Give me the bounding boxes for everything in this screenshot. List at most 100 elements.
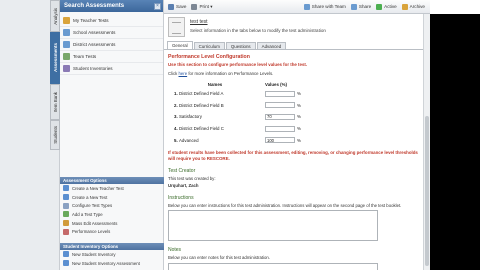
- level-row: 3. Satisfactory 70 %: [174, 111, 304, 123]
- inventory-options-list: New Student Inventory New Student Invent…: [60, 250, 164, 267]
- vtab-item-bank-label: Item Bank: [52, 91, 58, 113]
- active-button[interactable]: Active: [376, 3, 397, 10]
- archive-icon: [401, 3, 408, 10]
- nav-item-district-assessments[interactable]: District Assessments: [60, 39, 163, 51]
- nav-item-my-teacher-tests[interactable]: My Teacher Tests: [60, 15, 163, 27]
- share-team-label: Share with Team: [311, 4, 346, 9]
- new-inventory-icon: [63, 251, 69, 258]
- nav-item-school-assessments[interactable]: School Assessments: [60, 27, 163, 39]
- left-panel-title: Search Assessments: [64, 3, 125, 9]
- assessment-nav-list: My Teacher Tests School Assessments Dist…: [60, 12, 163, 75]
- left-navigation-panel: Search Assessments × My Teacher Tests Sc…: [60, 0, 164, 270]
- level-value-input[interactable]: [265, 90, 295, 97]
- nav-item-label: Student Inventories: [73, 66, 113, 71]
- share-button[interactable]: Share: [350, 3, 372, 10]
- district-icon: [63, 41, 70, 48]
- option-add-test-type[interactable]: Add a Test Type: [60, 210, 164, 219]
- test-title[interactable]: test test: [190, 19, 326, 25]
- percent-symbol: %: [297, 126, 301, 132]
- option-new-student-inventory[interactable]: New Student Inventory: [60, 250, 164, 259]
- percent-symbol: %: [297, 114, 301, 120]
- school-icon: [63, 29, 70, 36]
- vtab-students[interactable]: Students: [50, 120, 60, 150]
- tab-curriculum[interactable]: Curriculum: [193, 42, 225, 49]
- level-name: District Defined Field C: [179, 126, 224, 132]
- folder-icon: [63, 17, 70, 24]
- rescore-warning: If student results have been collected f…: [168, 149, 418, 161]
- empty-black-area: [430, 14, 480, 270]
- nav-item-team-tests[interactable]: Team Tests: [60, 51, 163, 63]
- instructions-help: Below you can enter instructions for thi…: [168, 202, 402, 208]
- test-tabs: General Curriculum Questions Advanced: [164, 41, 423, 50]
- level-name: District Defined Field B: [179, 102, 224, 108]
- option-label: New Student Inventory: [72, 251, 116, 257]
- vtab-assessments[interactable]: Assessments: [50, 32, 60, 84]
- performance-table-header: Names Values (%): [174, 81, 304, 88]
- level-value-input[interactable]: [265, 125, 295, 132]
- option-create-test[interactable]: Create a New Test: [60, 193, 164, 202]
- option-label: Create a New Test: [72, 194, 108, 200]
- main-scrollbar[interactable]: [423, 14, 430, 270]
- option-create-teacher-test[interactable]: Create a New Teacher Test: [60, 184, 164, 193]
- vtab-students-label: Students: [52, 126, 58, 144]
- option-label: Performance Levels: [72, 229, 111, 235]
- team-icon: [63, 53, 70, 60]
- level-row: 1. District Defined Field A %: [174, 88, 304, 100]
- vtab-item-bank[interactable]: Item Bank: [50, 84, 60, 120]
- tab-questions[interactable]: Questions: [225, 42, 256, 49]
- general-tab-content: Performance Level Configuration Use this…: [164, 50, 423, 270]
- help-suffix: for more information on Performance Leve…: [187, 71, 274, 76]
- share-with-team-button[interactable]: Share with Team: [303, 3, 346, 10]
- option-new-inventory-assessment[interactable]: New Student Inventory Assessment: [60, 259, 164, 268]
- vertical-tab-strip: Analysis Assessments Item Bank Students: [0, 0, 60, 270]
- archive-button[interactable]: Archive: [401, 3, 425, 10]
- notes-textarea[interactable]: [168, 262, 378, 270]
- instructions-title: Instructions: [168, 194, 194, 201]
- option-mass-edit[interactable]: Mass Edit Assessments: [60, 219, 164, 228]
- assessment-options-list: Create a New Teacher Test Create a New T…: [60, 184, 164, 236]
- help-link[interactable]: here: [179, 71, 188, 76]
- percent-symbol: %: [297, 137, 301, 143]
- level-name: Satisfactory: [179, 114, 202, 120]
- archive-label: Archive: [409, 4, 425, 9]
- collapse-panel-icon[interactable]: ×: [154, 2, 161, 10]
- values-column-header: Values (%): [265, 82, 287, 87]
- option-label: Configure Test Types: [72, 203, 113, 209]
- nav-item-student-inventories[interactable]: Student Inventories: [60, 63, 163, 75]
- names-column-header: Names: [207, 82, 223, 87]
- top-toolbar: Save Print ▾ Share with Team Share Activ…: [164, 0, 430, 14]
- new-inventory-icon: [63, 260, 69, 267]
- instructions-textarea[interactable]: [168, 210, 378, 242]
- active-label: Active: [384, 4, 397, 9]
- notes-title: Notes: [168, 247, 182, 254]
- level-row: 5. Advanced 100 %: [174, 134, 304, 146]
- save-icon: [168, 3, 174, 10]
- test-creator-name: Urquhart, Zach: [168, 183, 199, 189]
- share-label: Share: [358, 4, 372, 9]
- vtab-analysis[interactable]: Analysis: [50, 0, 60, 32]
- save-button[interactable]: Save: [168, 3, 187, 10]
- tab-advanced[interactable]: Advanced: [256, 42, 287, 49]
- option-label: Mass Edit Assessments: [72, 220, 118, 226]
- nav-item-label: District Assessments: [73, 42, 116, 47]
- option-configure-test-types[interactable]: Configure Test Types: [60, 201, 164, 210]
- main-content: test test Select information in the tabs…: [164, 14, 423, 270]
- percent-symbol: %: [297, 102, 301, 108]
- print-icon: [191, 3, 198, 10]
- percent-symbol: %: [297, 91, 301, 97]
- level-value-input[interactable]: 100: [265, 137, 295, 144]
- active-icon: [376, 3, 383, 10]
- levels-icon: [63, 228, 69, 235]
- level-value-input[interactable]: 70: [265, 113, 295, 120]
- level-value-input[interactable]: [265, 102, 295, 109]
- add-icon: [63, 211, 69, 218]
- assessment-options-header: Assessment Options: [60, 177, 164, 184]
- tab-general[interactable]: General: [167, 41, 193, 49]
- scrollbar-thumb[interactable]: [425, 116, 429, 266]
- team-share-icon: [303, 3, 310, 10]
- nav-item-label: Team Tests: [73, 54, 97, 59]
- save-label: Save: [176, 4, 187, 9]
- print-button[interactable]: Print ▾: [191, 3, 213, 10]
- document-icon: [168, 17, 185, 37]
- option-performance-levels[interactable]: Performance Levels: [60, 227, 164, 236]
